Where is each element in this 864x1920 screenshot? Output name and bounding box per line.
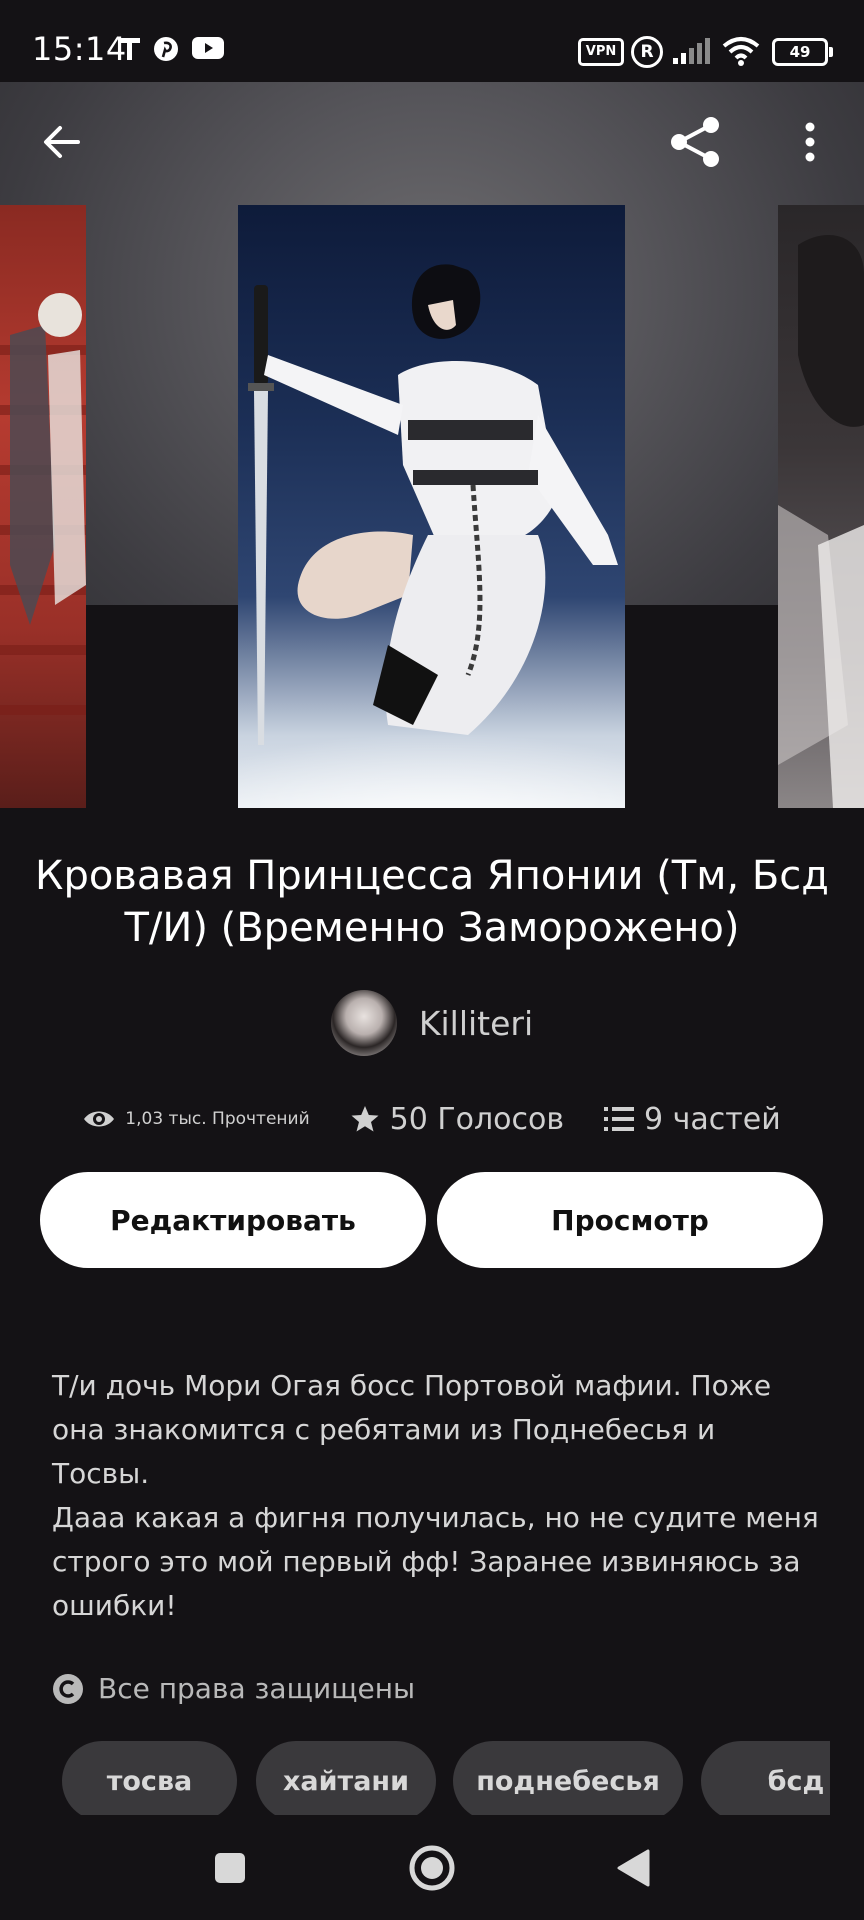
- back-button[interactable]: [30, 110, 94, 174]
- cover-next-art: [778, 235, 864, 808]
- recents-square-icon: [215, 1853, 245, 1883]
- tumblr-icon: [120, 38, 140, 60]
- signal-icon: [673, 38, 710, 64]
- back-triangle-icon: [617, 1849, 650, 1887]
- back-arrow-icon: [44, 126, 80, 158]
- votes-stat: 50 Голосов: [350, 1102, 564, 1137]
- votes-count: 50 Голосов: [389, 1101, 565, 1137]
- view-button[interactable]: Просмотр: [437, 1172, 823, 1268]
- author-name[interactable]: Killiteri: [419, 1004, 533, 1043]
- cover-next[interactable]: [778, 205, 864, 808]
- cover-prev-art: [0, 293, 86, 715]
- reads-stat: 1,03 тыс. Прочтений: [83, 1108, 310, 1130]
- star-icon: [351, 1106, 379, 1132]
- nav-back-button[interactable]: [610, 1845, 656, 1891]
- reads-count: 1,03 тыс. Прочтений: [125, 1109, 310, 1129]
- tag-chip[interactable]: хайтани: [256, 1741, 436, 1821]
- author-row[interactable]: Killiteri: [0, 990, 864, 1056]
- status-bar: 15:14 VPN R 49: [0, 0, 864, 82]
- recents-button[interactable]: [207, 1845, 253, 1891]
- share-button[interactable]: [664, 110, 728, 174]
- home-circle-icon: [409, 1845, 455, 1891]
- youtube-icon: [192, 37, 224, 59]
- story-title: Кровавая Принцесса Японии (Тм, Бсд Т/И) …: [35, 853, 829, 951]
- tag-chip[interactable]: тосва: [62, 1741, 237, 1821]
- cover-prev[interactable]: [0, 205, 86, 808]
- list-icon: [604, 1107, 635, 1131]
- more-options-button[interactable]: [778, 110, 842, 174]
- cover-main[interactable]: [238, 205, 625, 808]
- story-stats: 1,03 тыс. Прочтений 50 Голосов 9 частей: [0, 1095, 864, 1143]
- edit-button[interactable]: Редактировать: [40, 1172, 426, 1268]
- tag-chip[interactable]: поднебесья: [453, 1741, 683, 1821]
- copyright-icon: [53, 1673, 83, 1704]
- parts-count: 9 частей: [644, 1101, 781, 1137]
- home-button[interactable]: [409, 1845, 455, 1891]
- eye-icon: [84, 1111, 115, 1127]
- r-badge: R: [631, 36, 663, 68]
- parts-stat: 9 частей: [604, 1102, 781, 1137]
- tag-list: тосва хайтани поднебесья бсд: [62, 1741, 830, 1821]
- battery-indicator: 49: [772, 38, 833, 66]
- wifi-icon: [722, 37, 760, 66]
- author-avatar[interactable]: [330, 990, 397, 1056]
- copyright-row: Все права защищены: [52, 1672, 415, 1705]
- pinterest-icon: [154, 37, 178, 61]
- copyright-text: Все права защищены: [98, 1672, 416, 1705]
- share-icon: [671, 117, 719, 167]
- tag-chip[interactable]: бсд: [701, 1741, 830, 1821]
- cover-main-art: [238, 264, 625, 808]
- more-vert-icon: [805, 122, 815, 162]
- story-description: Т/и дочь Мори Огая босс Портовой мафии. …: [52, 1369, 819, 1622]
- status-time: 15:14: [32, 30, 127, 68]
- vpn-badge: VPN: [578, 38, 624, 66]
